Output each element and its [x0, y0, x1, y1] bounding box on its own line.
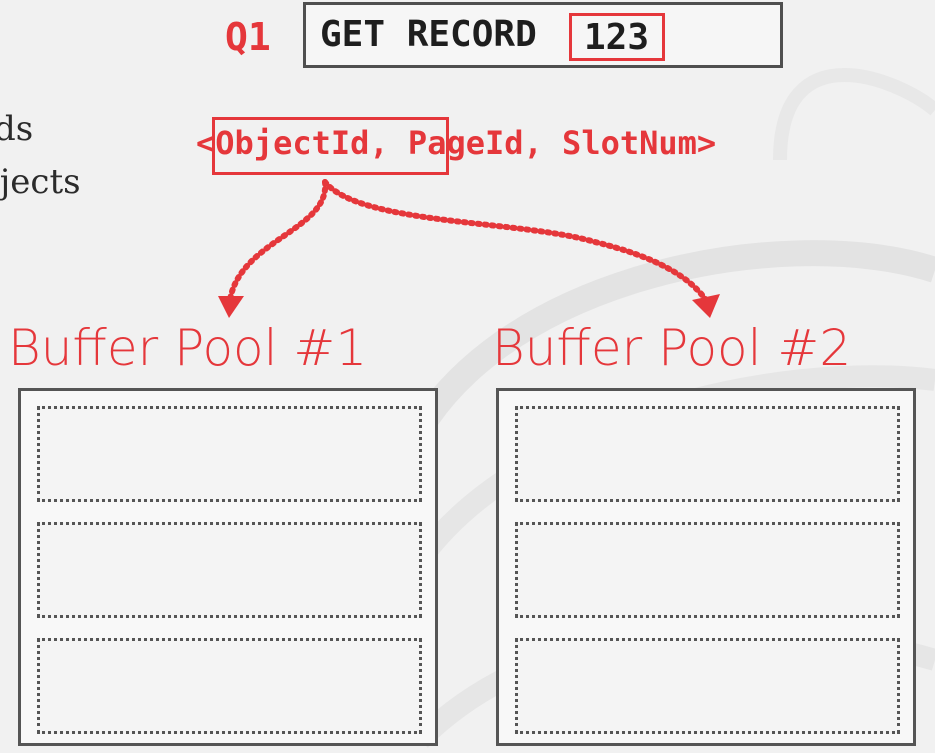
query-command: GET RECORD: [320, 14, 537, 55]
record-id-format: <ObjectId, PageId, SlotNum>: [196, 127, 716, 159]
tuple-open-bracket: <: [196, 124, 216, 162]
buffer-pool-1-frame: [37, 638, 422, 734]
record-id-value: 123: [584, 17, 650, 58]
dotted-arrow-to-pool-1: [218, 179, 329, 318]
tuple-object-id: ObjectId,: [215, 124, 389, 162]
buffer-pool-1-frame: [37, 522, 422, 618]
query-label: Q1: [225, 15, 271, 59]
buffer-pool-1-frame: [37, 406, 422, 502]
tuple-page-slot: PageId, SlotNum>: [388, 124, 717, 162]
buffer-pool-2-frame: [515, 522, 900, 618]
record-id-box: 123: [569, 13, 665, 61]
cropped-text-line-1: ds: [0, 109, 34, 149]
buffer-pool-2-title: Buffer Pool #2: [492, 319, 852, 377]
buffer-pool-1: [18, 388, 438, 746]
dotted-arrow-to-pool-2: [322, 179, 720, 318]
cropped-text-line-2: bjects: [0, 162, 81, 202]
buffer-pool-2: [496, 388, 916, 746]
buffer-pool-1-title: Buffer Pool #1: [8, 319, 368, 377]
query-box: GET RECORD 123: [303, 2, 783, 68]
buffer-pool-2-frame: [515, 638, 900, 734]
buffer-pool-2-frame: [515, 406, 900, 502]
